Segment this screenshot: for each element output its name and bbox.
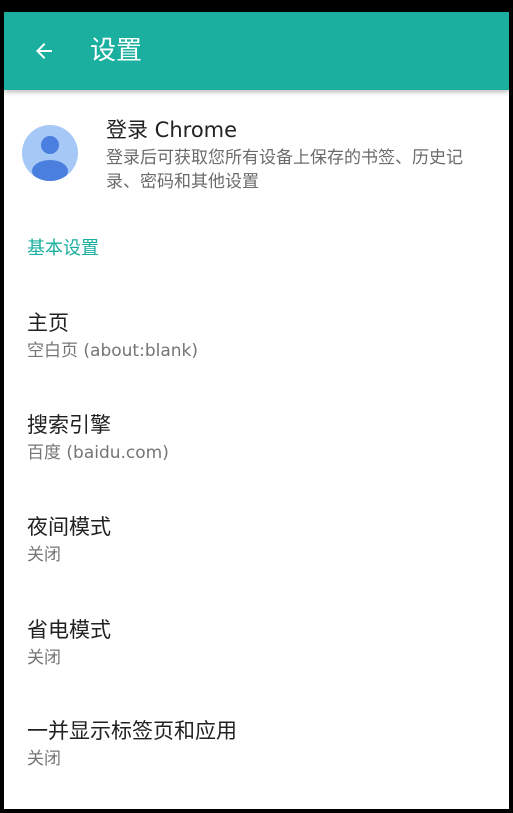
back-button[interactable] <box>26 33 62 69</box>
settings-screen: 设置 登录 Chrome 登录后可获取您所有设备上保存的书签、历史记录、密码和其… <box>4 12 509 809</box>
setting-power-saving-mode[interactable]: 省电模式 关闭 <box>4 616 509 702</box>
section-header-basic: 基本设置 <box>27 238 99 259</box>
setting-homepage[interactable]: 主页 空白页 (about:blank) <box>4 309 509 395</box>
setting-search-engine[interactable]: 搜索引擎 百度 (baidu.com) <box>4 411 509 497</box>
sign-in-chrome-item[interactable]: 登录 Chrome 登录后可获取您所有设备上保存的书签、历史记录、密码和其他设置 <box>4 112 509 204</box>
setting-merge-tabs-and-apps[interactable]: 一并显示标签页和应用 关闭 <box>4 717 509 803</box>
setting-title: 省电模式 <box>27 618 111 642</box>
setting-summary: 关闭 <box>27 749 61 769</box>
setting-title: 一并显示标签页和应用 <box>27 719 237 743</box>
page-title: 设置 <box>90 36 143 66</box>
setting-title: 夜间模式 <box>27 515 111 539</box>
app-bar: 设置 <box>4 12 509 90</box>
status-bar <box>0 0 513 12</box>
setting-summary: 关闭 <box>27 648 61 668</box>
setting-title: 主页 <box>27 311 69 335</box>
sign-in-description: 登录后可获取您所有设备上保存的书签、历史记录、密码和其他设置 <box>106 148 463 192</box>
setting-summary: 关闭 <box>27 545 61 565</box>
setting-title: 搜索引擎 <box>27 413 111 437</box>
setting-night-mode[interactable]: 夜间模式 关闭 <box>4 513 509 599</box>
arrow-back-icon <box>36 43 52 59</box>
setting-summary: 空白页 (about:blank) <box>27 341 198 361</box>
setting-summary: 百度 (baidu.com) <box>27 443 169 463</box>
sign-in-title: 登录 Chrome <box>106 118 238 142</box>
account-avatar-icon <box>22 125 78 181</box>
